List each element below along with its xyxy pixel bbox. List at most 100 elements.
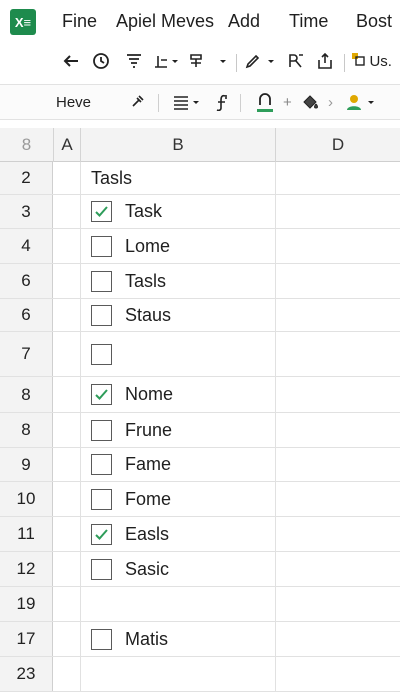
row-header[interactable]: 6 [0,299,53,331]
cell-d[interactable] [276,377,400,412]
cell-d[interactable] [276,229,400,263]
row-header[interactable]: 6 [0,264,53,298]
row-header[interactable]: 23 [0,657,53,691]
unchecked-checkbox-icon[interactable] [91,270,112,292]
cell-a[interactable] [54,587,81,621]
cell-a[interactable] [54,229,81,263]
cell-b[interactable]: Fome [81,482,276,516]
cell-a[interactable] [54,622,81,656]
cell-b[interactable]: Tasls [81,162,276,194]
user-button[interactable]: Us. [351,52,392,72]
checked-checkbox-icon[interactable] [91,523,112,545]
back-arrow-icon[interactable] [62,52,80,76]
column-header-b[interactable]: B [81,128,276,162]
cell-d[interactable] [276,517,400,551]
cell-a[interactable] [54,332,81,376]
cell-d[interactable] [276,482,400,516]
cell-b[interactable]: Staus [81,299,276,331]
checked-checkbox-icon[interactable] [91,201,112,222]
cell-a[interactable] [54,552,81,586]
unchecked-checkbox-icon[interactable] [91,488,112,510]
unchecked-checkbox-icon[interactable] [91,304,112,326]
function-icon[interactable] [214,93,230,117]
column-header-d[interactable]: D [276,128,400,162]
tools-icon[interactable] [130,93,146,115]
menu-item-time[interactable]: Time [289,11,328,32]
cell-b[interactable]: Sasic [81,552,276,586]
paint-icon[interactable] [301,93,321,117]
menu-item-add[interactable]: Add [228,11,260,32]
menu-item-apiel-meves[interactable]: Apiel Meves [116,11,214,32]
unchecked-checkbox-icon[interactable] [91,558,112,580]
menu-item-fine[interactable]: Fine [62,11,97,32]
row-header[interactable]: 17 [0,622,53,656]
unchecked-checkbox-icon[interactable] [91,419,112,441]
cell-d[interactable] [276,448,400,481]
row-header[interactable]: 19 [0,587,53,621]
cell-a[interactable] [54,657,81,691]
row-header[interactable]: 8 [0,413,53,447]
unchecked-checkbox-icon[interactable] [91,235,112,257]
row-header[interactable]: 10 [0,482,53,516]
align-icon[interactable] [172,93,206,117]
row-header[interactable]: 12 [0,552,53,586]
cell-b[interactable] [81,657,276,691]
cell-b[interactable]: Nome [81,377,276,412]
cell-d[interactable] [276,413,400,447]
cell-b[interactable] [81,587,276,621]
cell-d[interactable] [276,657,400,691]
cell-b[interactable]: Frune [81,413,276,447]
name-box[interactable]: Heve [56,93,91,113]
row-header[interactable]: 4 [0,229,53,263]
text-direction-icon[interactable] [287,52,305,76]
cell-b[interactable]: Lome [81,229,276,263]
row-header[interactable]: 2 [0,162,53,194]
cell-d[interactable] [276,264,400,298]
cell-d[interactable] [276,195,400,228]
cell-a[interactable] [54,517,81,551]
unchecked-checkbox-icon[interactable] [91,628,112,650]
share-icon[interactable] [316,52,334,76]
checked-checkbox-icon[interactable] [91,384,112,405]
plus-icon[interactable]: + [283,93,292,113]
pen-icon[interactable] [244,52,278,76]
menu-item-bost[interactable]: Bost [356,11,392,32]
cell-a[interactable] [54,195,81,228]
cell-a[interactable] [54,264,81,298]
cell-d[interactable] [276,332,400,376]
cell-a[interactable] [54,162,81,194]
cell-b[interactable]: Tasls [81,264,276,298]
cell-a[interactable] [54,413,81,447]
cell-a[interactable] [54,299,81,331]
row-header[interactable]: 3 [0,195,53,228]
filter-icon[interactable] [125,52,143,76]
cell-d[interactable] [276,552,400,586]
arrow-icon[interactable]: › [328,93,333,113]
row-header[interactable]: 9 [0,448,53,481]
cell-a[interactable] [54,482,81,516]
cell-b[interactable]: Easls [81,517,276,551]
select-all-corner[interactable]: 8 [0,128,54,162]
cell-b[interactable] [81,332,276,376]
column-header-a[interactable]: A [54,128,81,162]
row-header[interactable]: 11 [0,517,53,551]
clock-icon[interactable] [92,52,110,76]
row-header[interactable]: 8 [0,377,53,412]
cell-b[interactable]: Task [81,195,276,228]
unchecked-checkbox-icon[interactable] [91,454,112,475]
cell-d[interactable] [276,162,400,194]
cell-d[interactable] [276,299,400,331]
insert-icon[interactable] [152,52,182,76]
cell-b[interactable]: Fame [81,448,276,481]
cell-a[interactable] [54,448,81,481]
layout-icon[interactable] [188,52,232,76]
cell-d[interactable] [276,587,400,621]
cell-a[interactable] [54,377,81,412]
row-header[interactable]: 7 [0,332,53,376]
unchecked-checkbox-icon[interactable] [91,343,112,365]
cell-b[interactable]: Matis [81,622,276,656]
cell-d[interactable] [276,622,400,656]
underline-color-icon[interactable] [255,93,275,119]
excel-logo-icon[interactable]: X≡ [10,9,36,35]
people-icon[interactable] [346,93,386,117]
